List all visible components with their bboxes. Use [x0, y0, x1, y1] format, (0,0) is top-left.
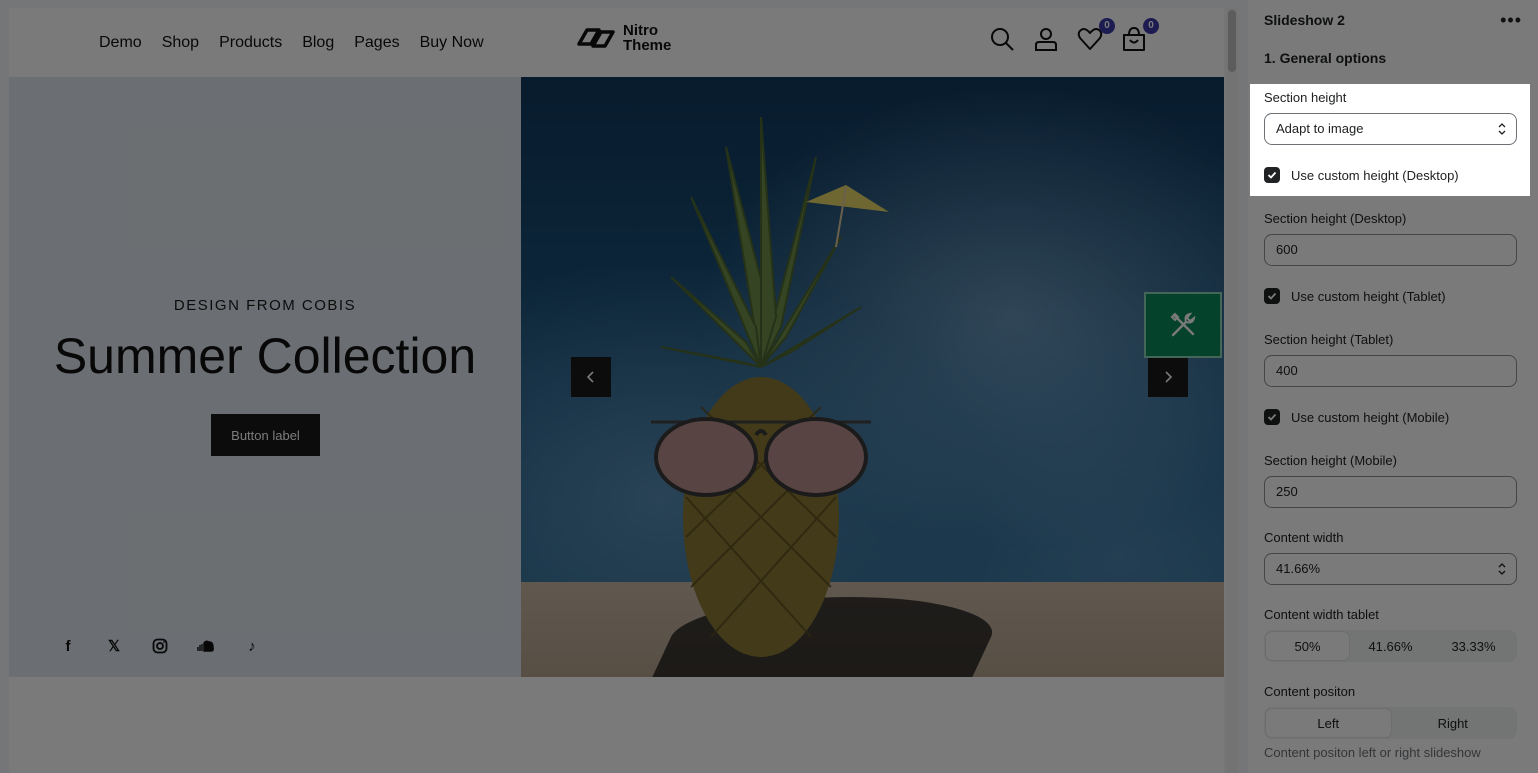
x-icon[interactable]: 𝕏	[105, 637, 123, 655]
chevron-left-icon	[586, 371, 594, 383]
height-desktop-label: Section height (Desktop)	[1264, 211, 1407, 226]
social-links: f 𝕏 ♪	[59, 637, 261, 656]
custom-height-tablet-label: Use custom height (Tablet)	[1291, 288, 1446, 304]
logo-line-2: Theme	[623, 37, 672, 54]
nav-item-blog[interactable]: Blog	[302, 34, 334, 52]
site-header: Demo Shop Products Blog Pages Buy Now Ni…	[9, 8, 1224, 77]
theme-preview: Demo Shop Products Blog Pages Buy Now Ni…	[9, 8, 1224, 773]
height-mobile-input[interactable]: 250	[1264, 476, 1517, 508]
content-width-select[interactable]: 41.66%	[1264, 553, 1517, 585]
content-width-tablet-option-50[interactable]: 50%	[1266, 632, 1349, 660]
section-height-label: Section height	[1264, 90, 1347, 105]
cart-icon[interactable]: 0	[1121, 18, 1159, 52]
tiktok-icon[interactable]: ♪	[243, 637, 261, 655]
panel-dim-right	[1530, 84, 1538, 196]
content-width-label: Content width	[1264, 530, 1344, 545]
preview-scrollbar[interactable]	[1226, 8, 1238, 773]
logo-wordmark: Nitro Theme	[623, 23, 671, 53]
tools-icon	[1170, 312, 1196, 337]
content-width-tablet-segmented: 50% 41.66% 33.33%	[1264, 630, 1517, 662]
site-logo[interactable]: Nitro Theme	[575, 23, 671, 53]
height-desktop-input[interactable]: 600	[1264, 234, 1517, 266]
height-tablet-label: Section height (Tablet)	[1264, 332, 1394, 347]
pineapple-illustration	[651, 117, 889, 657]
nav-item-products[interactable]: Products	[219, 34, 282, 52]
more-options-icon[interactable]: •••	[1500, 11, 1522, 29]
settings-panel: Slideshow 2 ••• 1. General options Secti…	[1248, 0, 1538, 773]
panel-dim-left	[1248, 84, 1250, 196]
facebook-icon[interactable]: f	[59, 637, 77, 655]
custom-height-mobile-checkbox[interactable]: Use custom height (Mobile)	[1264, 409, 1449, 425]
slide-content: DESIGN FROM COBIS Summer Collection Butt…	[9, 77, 521, 677]
checkbox-checked-icon	[1264, 288, 1280, 304]
content-position-option-left[interactable]: Left	[1266, 709, 1391, 737]
customize-tool-button[interactable]	[1144, 292, 1222, 358]
main-nav: Demo Shop Products Blog Pages Buy Now	[99, 8, 484, 77]
content-position-label: Content positon	[1264, 684, 1356, 699]
wishlist-icon[interactable]: 0	[1077, 18, 1115, 52]
select-arrows-icon	[1498, 123, 1506, 135]
nitro-logo-icon	[577, 28, 615, 48]
content-position-segmented: Left Right	[1264, 707, 1517, 739]
slide-eyebrow: DESIGN FROM COBIS	[173, 297, 357, 314]
content-position-hint: Content positon left or right slideshow	[1264, 745, 1481, 760]
slide-headline: Summer Collection	[53, 328, 477, 384]
content-width-tablet-option-33[interactable]: 33.33%	[1432, 632, 1515, 660]
account-icon[interactable]	[1033, 26, 1059, 52]
panel-title: Slideshow 2	[1264, 12, 1345, 28]
slide-next-button[interactable]	[1148, 357, 1188, 397]
slide-image	[521, 77, 1224, 677]
nav-item-pages[interactable]: Pages	[354, 34, 399, 52]
content-width-tablet-label: Content width tablet	[1264, 607, 1379, 622]
height-tablet-input[interactable]: 400	[1264, 355, 1517, 387]
section-height-select[interactable]: Adapt to image	[1264, 113, 1517, 145]
content-width-tablet-option-41[interactable]: 41.66%	[1349, 632, 1432, 660]
custom-height-tablet-checkbox[interactable]: Use custom height (Tablet)	[1264, 288, 1446, 304]
custom-height-mobile-label: Use custom height (Mobile)	[1291, 409, 1450, 425]
preview-scrollbar-thumb[interactable]	[1228, 10, 1236, 72]
wishlist-count-badge: 0	[1099, 18, 1115, 34]
checkbox-checked-icon	[1264, 167, 1280, 183]
custom-height-desktop-checkbox[interactable]: Use custom height (Desktop)	[1264, 167, 1459, 183]
checkbox-checked-icon	[1264, 409, 1280, 425]
logo-line-1: Nitro	[623, 22, 658, 39]
height-mobile-label: Section height (Mobile)	[1264, 453, 1397, 468]
select-arrows-icon	[1498, 563, 1506, 575]
panel-header: Slideshow 2 •••	[1264, 11, 1522, 29]
custom-height-desktop-label: Use custom height (Desktop)	[1291, 167, 1459, 183]
search-icon[interactable]	[989, 26, 1015, 52]
header-icons: 0 0	[989, 18, 1159, 52]
nav-item-demo[interactable]: Demo	[99, 34, 142, 52]
instagram-icon[interactable]	[151, 637, 169, 655]
group-title: 1. General options	[1264, 50, 1387, 66]
slideshow-hero: DESIGN FROM COBIS Summer Collection Butt…	[9, 77, 1224, 677]
slide-prev-button[interactable]	[571, 357, 611, 397]
cart-count-badge: 0	[1143, 18, 1159, 34]
nav-item-shop[interactable]: Shop	[162, 34, 199, 52]
soundcloud-icon[interactable]	[197, 637, 215, 655]
section-height-value: Adapt to image	[1276, 121, 1364, 136]
nav-item-buy-now[interactable]: Buy Now	[420, 34, 484, 52]
next-section	[9, 677, 1224, 773]
content-width-value: 41.66%	[1276, 561, 1321, 576]
chevron-right-icon	[1165, 371, 1173, 383]
slide-button[interactable]: Button label	[211, 414, 320, 456]
content-position-option-right[interactable]: Right	[1391, 709, 1516, 737]
